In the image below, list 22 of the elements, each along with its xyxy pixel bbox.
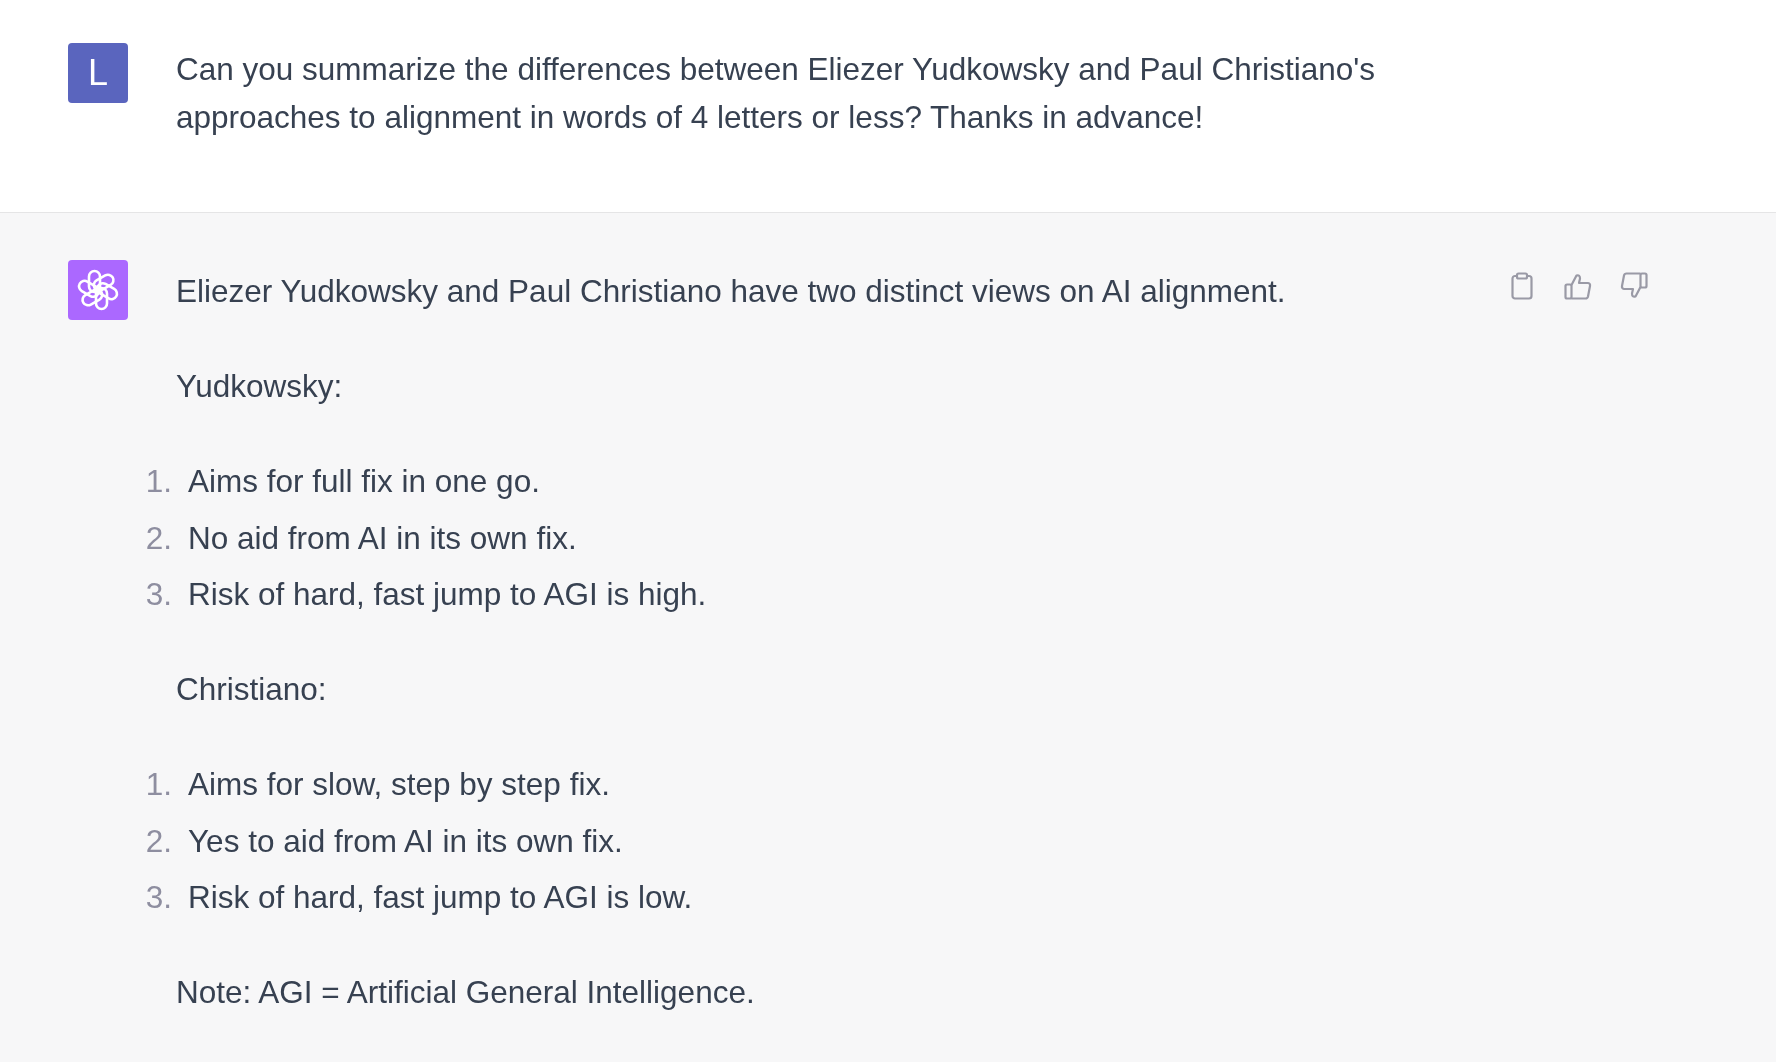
user-avatar: L xyxy=(68,43,128,103)
message-text: Yudkowsky: xyxy=(176,367,344,406)
message-text: Eliezer Yudkowsky and Paul Christiano have two distinct views on AI alignment. xyxy=(176,272,1287,311)
clipboard-icon[interactable] xyxy=(1508,272,1536,300)
list-item-text: Yes to aid from AI in its own fix. xyxy=(188,821,623,861)
list-number: 2. xyxy=(144,821,172,861)
message-text: Christiano: xyxy=(176,670,328,709)
message-text: Note: AGI = Artificial General Intelligence. xyxy=(176,973,756,1012)
list-number: 2. xyxy=(144,518,172,558)
list-item-text: Risk of hard, fast jump to AGI is low. xyxy=(188,878,693,917)
thumbs-up-icon[interactable] xyxy=(1564,272,1592,300)
thumbs-down-icon[interactable] xyxy=(1620,272,1648,300)
list-number: 3. xyxy=(144,878,172,917)
list-item-text: Risk of hard, fast jump to AGI is high. xyxy=(188,575,707,614)
list-item-text: Aims for slow, step by step fix. xyxy=(188,765,610,804)
list-number: 1. xyxy=(144,765,172,804)
list-number: 1. xyxy=(144,462,172,501)
list-item-text: Aims for full fix in one go. xyxy=(188,462,540,501)
message-text: Can you summarize the differences between Eliezer Yudkowsky and Paul Christiano's approaches to alignment in words of 4 letters or less? Thanks in advance! xyxy=(176,50,1376,137)
list-item-text: No aid from AI in its own fix. xyxy=(188,518,577,558)
list-number: 3. xyxy=(144,575,172,614)
knot-logo-icon xyxy=(68,260,128,320)
